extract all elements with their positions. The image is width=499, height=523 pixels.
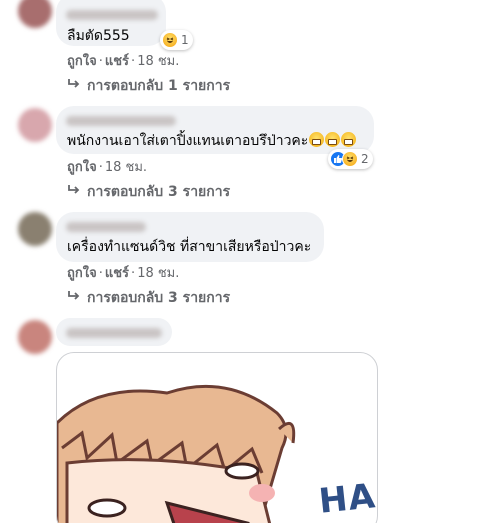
timestamp[interactable]: 18 ชม.: [137, 266, 179, 281]
comment-text-body: พนักงานเอาใส่เตาปิ้งแทนเตาอบรึป่าวคะ: [67, 133, 309, 149]
commenter-name[interactable]: [66, 10, 158, 20]
replies-label: การตอบกลับ 1 รายการ: [87, 78, 231, 94]
comment-meta: ถูกใจ · แชร์ · 18 ชม.: [67, 266, 179, 282]
commenter-name[interactable]: [66, 222, 146, 232]
grinning-emoji-icon: [325, 132, 341, 147]
comment-text: พนักงานเอาใส่เตาปิ้งแทนเตาอบรึป่าวคะ: [67, 132, 357, 150]
share-action[interactable]: แชร์: [105, 266, 129, 281]
replies-label: การตอบกลับ 3 รายการ: [87, 290, 231, 306]
grinning-emoji-icon: [309, 132, 325, 147]
comment-meta: ถูกใจ · 18 ชม.: [67, 160, 147, 176]
separator-dot: ·: [131, 54, 136, 69]
commenter-avatar[interactable]: [18, 320, 52, 354]
comment-text: ลืมตัด555: [67, 28, 130, 44]
separator-dot: ·: [98, 54, 103, 69]
commenter-avatar[interactable]: [18, 108, 52, 142]
timestamp[interactable]: 18 ชม.: [105, 160, 147, 175]
view-replies-link[interactable]: การตอบกลับ 3 รายการ: [67, 183, 230, 201]
view-replies-link[interactable]: การตอบกลับ 3 รายการ: [67, 289, 230, 307]
commenter-name[interactable]: [66, 116, 176, 126]
comment-meta: ถูกใจ · แชร์ · 18 ชม.: [67, 54, 179, 70]
commenter-avatar[interactable]: [18, 212, 52, 246]
haha-reaction-icon: [342, 151, 358, 167]
comments-page: ลืมตัด555 1 ถูกใจ · แชร์ · 18 ชม. การตอบกลับ…: [0, 0, 499, 523]
sticker-image[interactable]: HA: [56, 352, 378, 523]
reaction-summary[interactable]: 1: [160, 30, 193, 50]
separator-dot: ·: [98, 266, 103, 281]
reply-arrow-icon: [67, 77, 81, 95]
reaction-count: 1: [181, 33, 189, 47]
commenter-name[interactable]: [66, 328, 162, 338]
grinning-emoji-icon: [341, 132, 357, 147]
view-replies-link[interactable]: การตอบกลับ 1 รายการ: [67, 77, 230, 95]
reply-arrow-icon: [67, 183, 81, 201]
reaction-summary[interactable]: 2: [328, 149, 373, 169]
replies-label: การตอบกลับ 3 รายการ: [87, 184, 231, 200]
reaction-count: 2: [361, 152, 369, 166]
commenter-avatar[interactable]: [18, 0, 52, 28]
sticker-caption: HA: [317, 476, 378, 522]
like-action[interactable]: ถูกใจ: [67, 160, 97, 175]
separator-dot: ·: [98, 160, 103, 175]
haha-reaction-icon: [162, 32, 178, 48]
like-action[interactable]: ถูกใจ: [67, 54, 97, 69]
comment-text: เครื่องทำแซนด์วิช ที่สาขาเสียหรือป่าวคะ: [67, 239, 312, 255]
like-action[interactable]: ถูกใจ: [67, 266, 97, 281]
separator-dot: ·: [131, 266, 136, 281]
reply-arrow-icon: [67, 289, 81, 307]
share-action[interactable]: แชร์: [105, 54, 129, 69]
timestamp[interactable]: 18 ชม.: [137, 54, 179, 69]
